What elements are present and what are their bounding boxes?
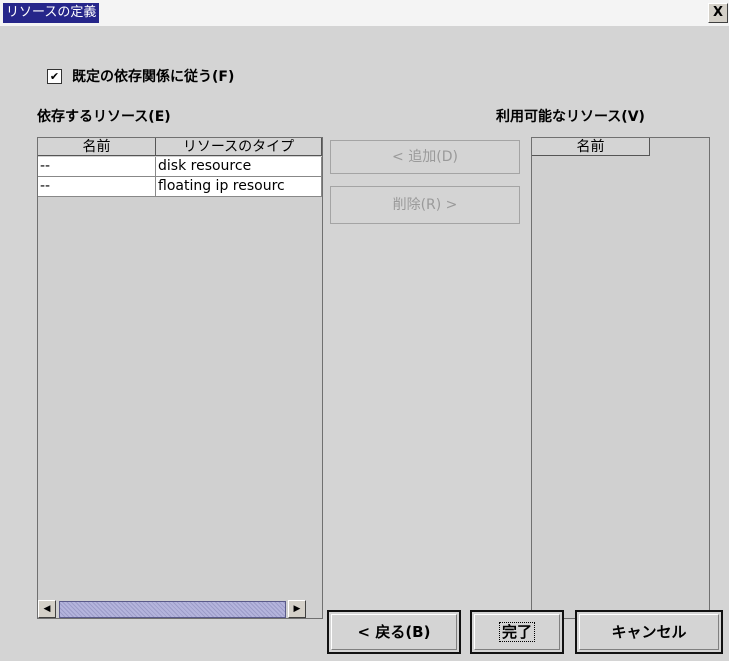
cell-name: -- xyxy=(38,177,156,197)
follow-default-label: 既定の依存関係に従う(F) xyxy=(72,69,235,85)
dependent-resources-table: 名前 リソースのタイプ -- disk resource -- floating… xyxy=(37,137,323,619)
column-header-name[interactable]: 名前 xyxy=(38,138,156,156)
scroll-left-button[interactable]: ◀ xyxy=(38,600,56,618)
back-button[interactable]: < 戻る(B) xyxy=(327,610,461,654)
remove-button-label: 削除(R) > xyxy=(392,197,458,213)
available-resources-table: 名前 xyxy=(531,137,710,619)
finish-button-label: 完了 xyxy=(498,622,536,642)
cancel-button[interactable]: キャンセル xyxy=(575,610,723,654)
table-row[interactable]: -- floating ip resourc xyxy=(38,177,322,197)
table-row[interactable]: -- disk resource xyxy=(38,157,322,177)
dependent-resources-label: 依存するリソース(E) xyxy=(37,109,171,125)
resource-definition-dialog: ✔ 既定の依存関係に従う(F) 依存するリソース(E) 利用可能なリソース(V)… xyxy=(0,26,729,661)
add-button[interactable]: < 追加(D) xyxy=(330,140,520,174)
window-title: リソースの定義 xyxy=(3,3,100,23)
check-icon: ✔ xyxy=(49,69,60,83)
arrow-left-icon: ◀ xyxy=(43,604,51,614)
follow-default-dependency-option[interactable]: ✔ 既定の依存関係に従う(F) xyxy=(47,66,234,86)
close-icon: X xyxy=(712,5,724,20)
cancel-button-label: キャンセル xyxy=(611,623,687,641)
cell-type: disk resource xyxy=(156,157,322,177)
scroll-right-button[interactable]: ▶ xyxy=(288,600,306,618)
scroll-thumb[interactable] xyxy=(59,601,286,618)
column-header-name[interactable]: 名前 xyxy=(532,138,650,156)
cell-type: floating ip resourc xyxy=(156,177,322,197)
finish-button[interactable]: 完了 xyxy=(470,610,564,654)
remove-button[interactable]: 削除(R) > xyxy=(330,186,520,224)
close-button[interactable]: X xyxy=(708,3,728,23)
table-header: 名前 リソースのタイプ xyxy=(38,138,322,156)
arrow-right-icon: ▶ xyxy=(293,604,301,614)
cell-name: -- xyxy=(38,157,156,177)
follow-default-checkbox[interactable]: ✔ xyxy=(47,68,62,84)
horizontal-scrollbar[interactable]: ◀ ▶ xyxy=(38,600,322,618)
available-resources-label: 利用可能なリソース(V) xyxy=(496,109,645,125)
back-button-label: < 戻る(B) xyxy=(357,623,431,641)
title-bar: リソースの定義 X xyxy=(0,0,729,26)
add-button-label: < 追加(D) xyxy=(392,149,458,165)
column-header-type[interactable]: リソースのタイプ xyxy=(156,138,322,156)
table-header: 名前 xyxy=(532,138,650,156)
